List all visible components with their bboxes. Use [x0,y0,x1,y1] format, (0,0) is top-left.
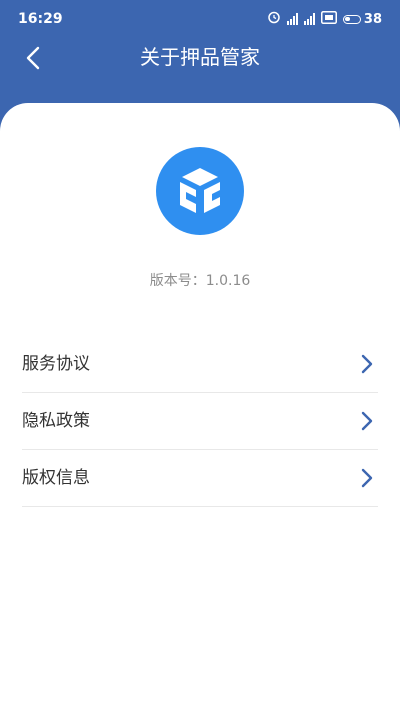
battery-level: 38 [363,11,382,27]
status-time: 16:29 [18,11,63,27]
cube-logo-icon [180,168,220,213]
content-card: 版本号：1.0.16 服务协议 隐私政策 版权信息 [0,103,400,711]
menu-item-service-agreement[interactable]: 服务协议 [22,336,378,393]
menu-item-label: 隐私政策 [22,411,90,431]
signal-icon [303,13,315,25]
menu-list: 服务协议 隐私政策 版权信息 [22,336,378,507]
battery-icon [342,14,361,24]
version-text: 版本号：1.0.16 [149,273,251,289]
battery-indicator: 38 [342,11,382,27]
menu-item-label: 版权信息 [22,468,90,488]
screen: 16:29 38 关于押品管家 版本号：1.0.16 服务协议 隐私政策 版权信… [0,0,400,711]
menu-item-copyright-info[interactable]: 版权信息 [22,450,378,507]
menu-item-privacy-policy[interactable]: 隐私政策 [22,393,378,450]
app-logo [156,147,244,235]
hd-icon [320,10,337,28]
chevron-right-icon [361,354,373,374]
alarm-icon [267,10,281,28]
chevron-right-icon [361,411,373,431]
nav-bar: 关于押品管家 [0,36,400,80]
chevron-right-icon [361,468,373,488]
menu-item-label: 服务协议 [22,354,90,374]
page-title: 关于押品管家 [140,45,260,69]
status-icons: 38 [267,10,382,28]
signal-icon [286,13,298,25]
status-bar: 16:29 38 [0,0,400,36]
